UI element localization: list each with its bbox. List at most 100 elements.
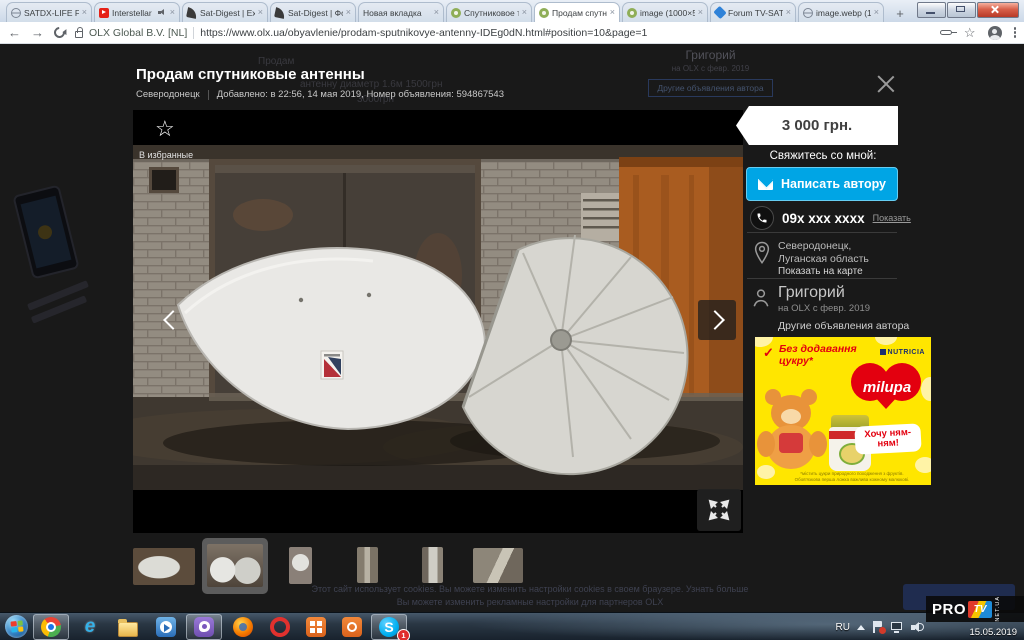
- thumbnail-4[interactable]: [357, 547, 378, 583]
- favorite-star-icon[interactable]: ☆: [155, 118, 175, 140]
- page-content: Продам антенну диаметр 1.6м 1500грн 3000…: [0, 44, 1024, 612]
- tab-close-icon[interactable]: ×: [346, 8, 351, 17]
- action-center-flag-icon[interactable]: [872, 621, 884, 633]
- taskbar-opera-button[interactable]: [262, 614, 298, 640]
- listing-photo[interactable]: [133, 145, 743, 490]
- toolbar-buttons: ☆: [940, 26, 1016, 40]
- tab-interstellar[interactable]: Interstellar ×: [94, 2, 180, 22]
- browser-menu-icon[interactable]: [1014, 27, 1017, 38]
- chevron-left-icon: [163, 310, 183, 330]
- close-window-button[interactable]: [977, 2, 1019, 18]
- start-button[interactable]: [5, 615, 28, 638]
- windows-taskbar: e S 1 RU 15.05.2019: [0, 612, 1024, 640]
- tab-satdigest-1[interactable]: Sat-Digest | Ex ×: [182, 2, 268, 22]
- taskbar-ie-button[interactable]: e: [72, 614, 108, 640]
- dimmed-other-ads-button: Другие объявления автора: [648, 79, 772, 97]
- olx-favicon: [451, 8, 461, 18]
- thumbnail-5[interactable]: [422, 547, 443, 583]
- tab-satdigest-2[interactable]: Sat-Digest | Фо ×: [270, 2, 356, 22]
- skype-notification-badge: 1: [397, 629, 410, 640]
- address-bar[interactable]: OLX Global B.V. [NL] https://www.olx.ua/…: [75, 24, 930, 42]
- taskbar-date[interactable]: 15.05.2019: [969, 627, 1017, 638]
- listing-address: Северодонецк, Луганская область: [778, 240, 888, 265]
- bookmark-star-icon[interactable]: ☆: [964, 27, 976, 39]
- globe-favicon: [11, 8, 21, 18]
- milupa-ad-banner[interactable]: ✓ Без додавання цукру* NUTRICIA milupa Х…: [755, 337, 931, 485]
- tab-close-icon[interactable]: ×: [874, 8, 879, 17]
- show-on-map-link[interactable]: Показать на карте: [778, 266, 863, 277]
- url-text[interactable]: https://www.olx.ua/obyavlenie/prodam-spu…: [200, 27, 930, 39]
- location-pin-icon: [753, 240, 771, 266]
- ad-cta-button[interactable]: Хочу ням-ням!: [854, 423, 921, 454]
- orange-app-icon: [306, 617, 326, 637]
- url-separator: [193, 27, 194, 39]
- phone-row: 09x xxx xxxx Показать: [750, 206, 911, 230]
- taskbar-firefox-button[interactable]: [225, 614, 261, 640]
- seller-name[interactable]: Григорий: [778, 284, 845, 302]
- tab-olx-search[interactable]: Спутниковое т ×: [446, 2, 532, 22]
- new-tab-button[interactable]: +: [888, 4, 912, 22]
- show-phone-link[interactable]: Показать: [873, 213, 911, 223]
- tab-close-icon[interactable]: ×: [786, 8, 791, 17]
- satellite-favicon: [713, 6, 726, 19]
- thumbnail-2-selected[interactable]: [207, 544, 263, 587]
- tab-forum-tvsat[interactable]: Forum TV-SAT ×: [710, 2, 796, 22]
- tab-close-icon[interactable]: ×: [82, 8, 87, 17]
- browser-tab-strip: SATDX-LIFE Fo × Interstellar × Sat-Diges…: [0, 0, 1024, 22]
- taskbar-skype-button[interactable]: S 1: [371, 614, 407, 640]
- taskbar-explorer-button[interactable]: [110, 614, 146, 640]
- thumbnail-1[interactable]: [133, 548, 195, 585]
- taskbar-chrome-button[interactable]: [33, 614, 69, 640]
- tab-close-icon[interactable]: ×: [698, 8, 703, 17]
- price-tag: 3 000 грн.: [736, 106, 898, 145]
- seller-other-ads-link[interactable]: Другие объявления автора: [778, 320, 909, 332]
- tab-satdx[interactable]: SATDX-LIFE Fo ×: [6, 2, 92, 22]
- tab-close-icon[interactable]: ×: [434, 8, 439, 17]
- dimmed-cookie-text: Этот сайт использует cookies. Вы можете …: [230, 584, 830, 594]
- watermark-net-text: NET.UA: [995, 596, 1001, 622]
- certificate-label[interactable]: OLX Global B.V. [NL]: [89, 27, 187, 39]
- tab-image[interactable]: image (1000×5 ×: [622, 2, 708, 22]
- forward-button[interactable]: →: [31, 26, 44, 39]
- message-author-button[interactable]: Написать автору: [746, 167, 898, 201]
- tab-olx-listing-active[interactable]: Продам спутн ×: [534, 2, 620, 22]
- tab-audio-icon[interactable]: [158, 9, 167, 16]
- maximize-button[interactable]: [947, 2, 976, 18]
- thumbnail-3[interactable]: [289, 547, 312, 584]
- fullscreen-button[interactable]: [697, 489, 741, 531]
- globe-favicon: [803, 8, 813, 18]
- tab-close-icon[interactable]: ×: [522, 8, 527, 17]
- tab-label: Sat-Digest | Ex: [200, 8, 255, 18]
- taskbar-viber-button[interactable]: [186, 614, 222, 640]
- back-button[interactable]: ←: [8, 26, 21, 39]
- listing-meta-text: Добавлено: в 22:56, 14 мая 2019, Номер о…: [217, 89, 504, 100]
- previous-photo-button[interactable]: [151, 300, 189, 340]
- thumbnail-6[interactable]: [473, 548, 523, 583]
- ad-fineprint: *містить цукри природного походження з ф…: [787, 471, 917, 482]
- minimize-button[interactable]: [917, 2, 946, 18]
- next-photo-button[interactable]: [698, 300, 736, 340]
- tab-newtab[interactable]: Новая вкладка ×: [358, 2, 444, 22]
- listing-city: Северодонецк: [136, 89, 200, 100]
- close-lightbox-button[interactable]: [874, 72, 898, 96]
- seller-person-icon: [752, 288, 770, 308]
- tab-image-webp[interactable]: image.webp (1 ×: [798, 2, 884, 22]
- tab-close-icon[interactable]: ×: [610, 8, 615, 17]
- volume-icon[interactable]: [911, 621, 924, 633]
- network-icon[interactable]: [891, 622, 904, 633]
- taskbar-app-orange1-button[interactable]: [298, 614, 334, 640]
- dimmed-seller-block: Григорий на OLX с февр. 2019 Другие объя…: [628, 48, 793, 97]
- hidden-icons-chevron[interactable]: [857, 625, 865, 630]
- tab-close-icon[interactable]: ×: [258, 8, 263, 17]
- fullscreen-arrows-icon: [708, 499, 730, 521]
- language-indicator[interactable]: RU: [836, 622, 850, 633]
- tab-close-icon[interactable]: ×: [170, 8, 175, 17]
- reload-button[interactable]: [52, 25, 67, 40]
- tab-label: Sat-Digest | Фо: [288, 8, 343, 18]
- tab-label: Продам спутн: [552, 8, 607, 18]
- password-key-icon[interactable]: [940, 30, 952, 35]
- dimmed-olx-app-banner: [12, 184, 79, 279]
- taskbar-media-player-button[interactable]: [148, 614, 184, 640]
- profile-avatar-icon[interactable]: [988, 26, 1002, 40]
- taskbar-app-orange2-button[interactable]: [334, 614, 370, 640]
